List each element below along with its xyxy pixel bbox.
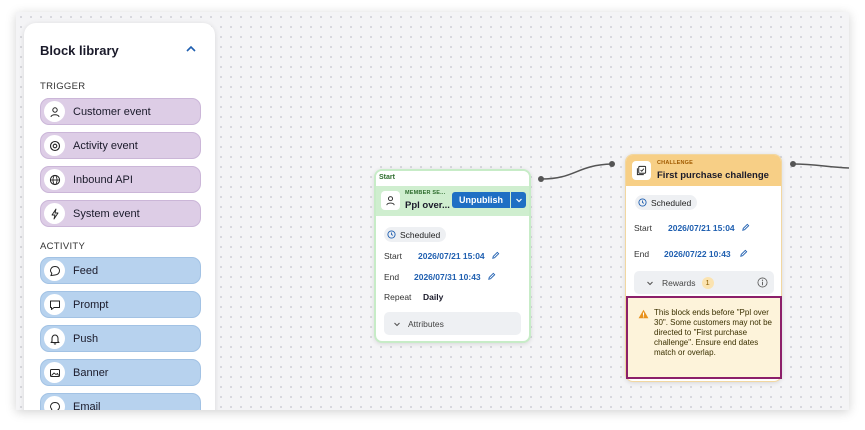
chevron-down-icon (515, 198, 522, 203)
block-label: Activity event (73, 139, 138, 152)
image-icon (44, 362, 65, 383)
chat-bubble-icon (44, 260, 65, 281)
repeat-label: Repeat (384, 292, 412, 302)
node-title: Ppl over... (405, 200, 450, 211)
block-feed[interactable]: Feed (40, 257, 201, 284)
status-badge: Scheduled (384, 227, 447, 242)
status-badge: Scheduled (635, 195, 698, 210)
end-date-warning: This block ends before "Ppl over 30". So… (626, 296, 782, 379)
unpublish-dropdown-button[interactable] (511, 192, 526, 208)
block-label: Prompt (73, 298, 109, 311)
block-inbound-api[interactable]: Inbound API (40, 166, 201, 193)
start-date[interactable]: 2026/07/21 15:04 (418, 251, 485, 261)
attributes-accordion[interactable]: Attributes (384, 312, 521, 335)
end-label: End (634, 249, 650, 259)
challenge-node-header: CHALLENGE First purchase challenge (626, 155, 781, 186)
node-kind: MEMBER SE... (405, 190, 446, 196)
pencil-icon[interactable] (741, 223, 750, 232)
start-node-header: MEMBER SE... Ppl over... Unpublish (376, 186, 529, 216)
rewards-label: Rewards (662, 277, 696, 288)
start-date[interactable]: 2026/07/21 15:04 (668, 223, 735, 233)
chevron-up-icon[interactable] (183, 41, 199, 57)
connector-dot-in (609, 161, 615, 167)
chat-bubble-icon (44, 396, 65, 410)
block-label: Customer event (73, 105, 151, 118)
clock-icon (638, 198, 647, 207)
globe-icon (44, 169, 65, 190)
activity-section-label: ACTIVITY (40, 241, 86, 252)
pencil-icon[interactable] (739, 249, 748, 258)
connector-dot-out (538, 176, 544, 182)
rewards-count-badge: 1 (701, 276, 714, 289)
block-label: Push (73, 332, 99, 345)
block-email[interactable]: Email (40, 393, 201, 410)
block-label: Inbound API (73, 173, 133, 186)
block-library-panel: Block library TRIGGER Customer event Act… (24, 23, 215, 410)
block-push[interactable]: Push (40, 325, 201, 352)
end-label: End (384, 272, 400, 282)
target-icon (44, 135, 65, 156)
block-label: Feed (73, 264, 99, 277)
bell-icon (44, 328, 65, 349)
block-label: System event (73, 207, 140, 220)
connector-challenge-out (792, 163, 849, 169)
pencil-icon[interactable] (491, 251, 500, 260)
lightning-icon (44, 203, 65, 224)
chevron-down-icon (647, 281, 653, 285)
node-kind: CHALLENGE (657, 160, 694, 166)
block-prompt[interactable]: Prompt (40, 291, 201, 318)
rewards-accordion[interactable]: Rewards 1 (634, 271, 774, 294)
chevron-down-icon (394, 322, 400, 326)
pencil-icon[interactable] (487, 272, 496, 281)
block-library-title: Block library (40, 43, 119, 58)
block-banner[interactable]: Banner (40, 359, 201, 386)
block-activity-event[interactable]: Activity event (40, 132, 201, 159)
repeat-value: Daily (423, 292, 444, 302)
start-label: Start (634, 223, 652, 233)
block-customer-event[interactable]: Customer event (40, 98, 201, 125)
flow-canvas[interactable]: Block library TRIGGER Customer event Act… (16, 12, 849, 410)
connector-dot-out-2 (790, 161, 796, 167)
message-square-icon (44, 294, 65, 315)
warning-icon (638, 309, 649, 319)
person-icon (381, 191, 400, 210)
info-icon[interactable] (757, 277, 768, 288)
person-icon (44, 101, 65, 122)
block-label: Email (73, 400, 101, 411)
node-title: First purchase challenge (657, 170, 769, 181)
end-date[interactable]: 2026/07/22 10:43 (664, 249, 731, 259)
attributes-label: Attributes (408, 318, 444, 329)
unpublish-button[interactable]: Unpublish (452, 192, 510, 208)
clock-icon (387, 230, 396, 239)
start-label: Start (384, 251, 402, 261)
trigger-section-label: TRIGGER (40, 81, 86, 92)
challenge-icon (632, 161, 651, 180)
status-text: Scheduled (400, 229, 441, 240)
start-node[interactable]: Start MEMBER SE... Ppl over... Unpublish… (374, 169, 531, 343)
block-label: Banner (73, 366, 109, 379)
start-tab-label: Start (379, 174, 395, 181)
end-date[interactable]: 2026/07/31 10:43 (414, 272, 481, 282)
block-system-event[interactable]: System event (40, 200, 201, 227)
warning-text: This block ends before "Ppl over 30". So… (654, 308, 773, 357)
start-tab: Start (376, 171, 529, 186)
connector-start-to-challenge (540, 163, 613, 180)
status-text: Scheduled (651, 197, 692, 208)
